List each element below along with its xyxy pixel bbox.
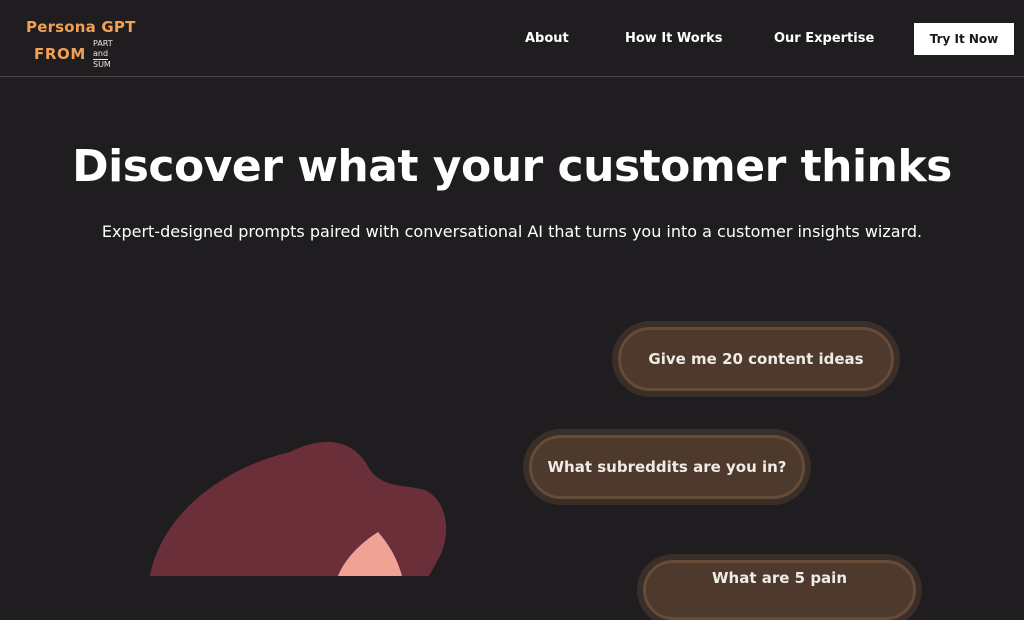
prompt-bubble-text: Give me 20 content ideas (648, 350, 864, 368)
site-header: Persona GPT FROM PART and SUM About How … (0, 0, 1024, 77)
logo-and-text: and (93, 49, 109, 60)
logo-from: FROM (34, 45, 86, 63)
nav-link-about[interactable]: About (525, 31, 569, 46)
hero-headline: Discover what your customer thinks (72, 141, 952, 192)
hair-shape (150, 441, 447, 576)
prompt-bubble-text: What subreddits are you in? (547, 458, 787, 476)
logo-sum-text: SUM (93, 60, 111, 69)
try-it-now-button[interactable]: Try It Now (914, 23, 1014, 55)
prompt-bubble[interactable]: What subreddits are you in? (529, 435, 805, 499)
prompt-bubble[interactable]: What are 5 pain (643, 560, 916, 620)
logo-part-text: PART (93, 39, 113, 48)
logo-title: Persona GPT (26, 18, 136, 36)
person-illustration (150, 441, 447, 576)
hero-subheadline: Expert-designed prompts paired with conv… (101, 222, 923, 241)
nav-link-how-it-works[interactable]: How It Works (625, 31, 723, 46)
prompt-bubble[interactable]: Give me 20 content ideas (618, 327, 894, 391)
persona-gpt-logo[interactable]: Persona GPT FROM PART and SUM (26, 18, 141, 72)
nav-link-our-expertise[interactable]: Our Expertise (774, 31, 874, 46)
part-and-sum-logo: PART and SUM (93, 39, 123, 70)
prompt-bubble-text: What are 5 pain (712, 569, 847, 587)
face-shape (338, 532, 402, 576)
